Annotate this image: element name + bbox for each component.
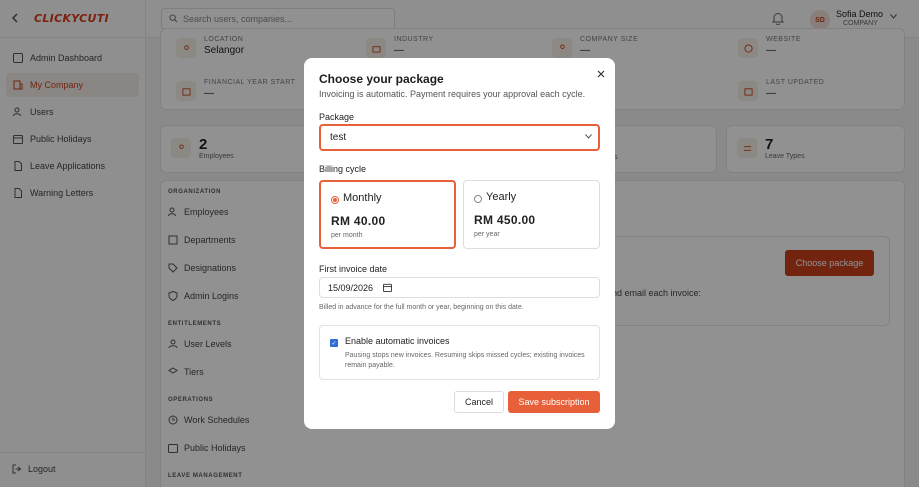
cycle-period: per year: [474, 231, 500, 238]
cycle-price: RM 40.00: [331, 214, 386, 228]
billing-option-monthly[interactable]: Monthly RM 40.00 per month: [319, 180, 456, 249]
cancel-button[interactable]: Cancel: [454, 391, 504, 413]
cycle-price: RM 450.00: [474, 213, 536, 227]
calendar-icon[interactable]: [383, 283, 393, 292]
billing-cycle-label: Billing cycle: [319, 164, 367, 174]
billing-hint: Billed in advance for the full month or …: [319, 304, 524, 311]
monthly-radio[interactable]: [331, 196, 339, 204]
auto-invoice-description: Pausing stops new invoices. Resuming ski…: [345, 352, 585, 369]
cycle-name: Yearly: [486, 191, 517, 203]
modal-subtitle: Invoicing is automatic. Payment requires…: [319, 89, 586, 99]
package-selected-value: test: [330, 132, 347, 143]
yearly-radio[interactable]: [474, 195, 482, 203]
date-value: 15/09/2026: [328, 282, 374, 293]
billing-option-yearly[interactable]: Yearly RM 450.00 per year: [463, 180, 600, 249]
auto-invoice-panel: ✓ Enable automatic invoices Pausing stop…: [319, 325, 600, 380]
choose-package-modal: Choose your package Invoicing is automat…: [304, 58, 615, 429]
package-label: Package: [319, 112, 355, 122]
first-invoice-date-input[interactable]: 15/09/2026: [319, 277, 600, 298]
cycle-name: Monthly: [343, 192, 382, 204]
cycle-period: per month: [331, 232, 363, 239]
close-icon[interactable]: [597, 69, 605, 81]
save-subscription-button[interactable]: Save subscription: [508, 391, 600, 413]
chevron-down-icon: [585, 134, 592, 141]
auto-invoice-checkbox[interactable]: ✓: [330, 339, 338, 347]
first-invoice-label: First invoice date: [319, 264, 388, 274]
package-select[interactable]: test: [319, 124, 600, 151]
auto-invoice-title[interactable]: Enable automatic invoices: [345, 336, 450, 346]
modal-title: Choose your package: [319, 72, 444, 86]
